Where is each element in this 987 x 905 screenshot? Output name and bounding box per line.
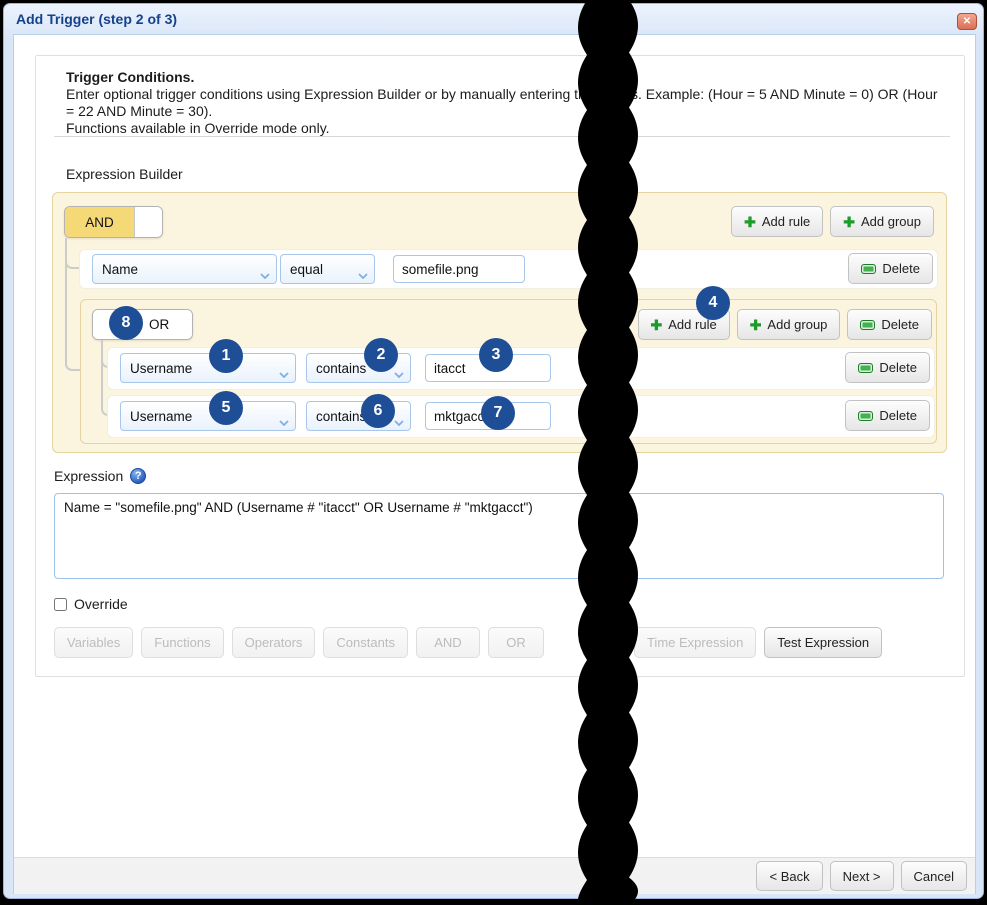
value-input-somefile[interactable] [393,255,525,283]
chevron-down-icon [279,414,289,429]
plus-icon: ✚ [843,215,855,229]
delete-rule-button[interactable]: Delete [848,253,933,284]
expression-textarea[interactable]: Name = "somefile.png" AND (Username # "i… [54,493,944,579]
delete-icon [861,264,876,274]
operators-button[interactable]: Operators [232,627,316,658]
operator-select-contains[interactable]: contains [306,401,411,431]
chevron-down-icon [260,267,270,282]
callout-badge-4: 4 [696,286,730,320]
delete-rule-button[interactable]: Delete [845,352,930,383]
operator-select-value: equal [290,262,323,277]
callout-badge-8: 8 [109,306,143,340]
conditions-heading: Trigger Conditions. [66,69,944,86]
expression-label: Expression [54,468,123,484]
or-button[interactable]: OR [488,627,544,658]
add-group-label: Add group [861,214,921,229]
add-rule-button[interactable]: ✚ Add rule [731,206,823,237]
trigger-conditions-text: Trigger Conditions. Enter optional trigg… [66,69,944,137]
expression-builder-label: Expression Builder [66,166,183,182]
conditions-note: Functions available in Override mode onl… [66,120,944,137]
section-divider [54,136,950,137]
override-label: Override [74,596,128,612]
or-toggle-selected[interactable]: OR [149,310,192,339]
test-expression-button[interactable]: Test Expression [764,627,882,658]
outer-rule-group: AND ✚ Add rule ✚ Add group [52,192,947,453]
chevron-down-icon [394,414,404,429]
plus-icon: ✚ [744,215,756,229]
dialog-body: Trigger Conditions. Enter optional trigg… [13,34,976,894]
add-group-button[interactable]: ✚ Add group [737,309,841,340]
chevron-down-icon [358,267,368,282]
operator-select-value: contains [316,361,366,376]
callout-badge-6: 6 [361,394,395,428]
field-select-username[interactable]: Username [120,353,296,383]
field-select-value: Username [130,361,192,376]
delete-label: Delete [882,261,920,276]
tree-connector [65,238,80,371]
operator-select-value: contains [316,409,366,424]
expression-label-row: Expression ? [54,468,146,484]
chevron-down-icon [279,366,289,381]
override-checkbox[interactable] [54,598,67,611]
callout-badge-5: 5 [209,391,243,425]
delete-group-button[interactable]: Delete [847,309,932,340]
group-operator-toggle-and: AND [64,206,163,238]
conditions-body: Enter optional trigger conditions using … [66,86,944,120]
add-trigger-dialog: Add Trigger (step 2 of 3) ✕ Trigger Cond… [3,3,984,899]
delete-icon [858,411,873,421]
add-group-button[interactable]: ✚ Add group [830,206,934,237]
add-group-label: Add group [767,317,827,332]
plus-icon: ✚ [750,318,762,332]
dialog-title: Add Trigger (step 2 of 3) [16,11,177,27]
add-rule-label: Add rule [762,214,810,229]
inner-rule-group: OR 8 ✚ Add rule ✚ Add group [80,299,937,444]
or-toggle-unselected[interactable] [134,207,162,237]
content-box: Trigger Conditions. Enter optional trigg… [35,55,965,677]
rule-row-name: Name equal [80,250,937,288]
outer-group-actions: ✚ Add rule ✚ Add group [731,206,934,237]
field-select-name[interactable]: Name [92,254,277,284]
and-toggle-selected[interactable]: AND [65,207,134,237]
delete-label: Delete [879,408,917,423]
variables-button[interactable]: Variables [54,627,133,658]
plus-icon: ✚ [651,318,663,332]
close-icon[interactable]: ✕ [957,13,977,30]
operator-select-equal[interactable]: equal [280,254,375,284]
cancel-button[interactable]: Cancel [901,861,967,891]
chevron-down-icon [394,366,404,381]
help-icon[interactable]: ? [130,468,146,484]
inner-group-actions: ✚ Add rule ✚ Add group Delete [638,309,932,340]
callout-badge-3: 3 [479,338,513,372]
delete-icon [858,363,873,373]
delete-label: Delete [881,317,919,332]
functions-button[interactable]: Functions [141,627,223,658]
override-row: Override [54,596,128,612]
field-select-value: Name [102,262,138,277]
field-select-username[interactable]: Username [120,401,296,431]
and-button[interactable]: AND [416,627,480,658]
time-expression-button[interactable]: Time Expression [634,627,756,658]
next-button[interactable]: Next > [830,861,894,891]
back-button[interactable]: < Back [756,861,822,891]
expression-toolbar: Variables Functions Operators Constants … [54,627,882,658]
screenshot-canvas: Add Trigger (step 2 of 3) ✕ Trigger Cond… [0,0,987,905]
callout-badge-2: 2 [364,338,398,372]
callout-badge-1: 1 [209,339,243,373]
constants-button[interactable]: Constants [323,627,408,658]
field-select-value: Username [130,409,192,424]
delete-rule-button[interactable]: Delete [845,400,930,431]
delete-label: Delete [879,360,917,375]
dialog-footer: < Back Next > Cancel [14,857,975,894]
callout-badge-7: 7 [481,396,515,430]
delete-icon [860,320,875,330]
